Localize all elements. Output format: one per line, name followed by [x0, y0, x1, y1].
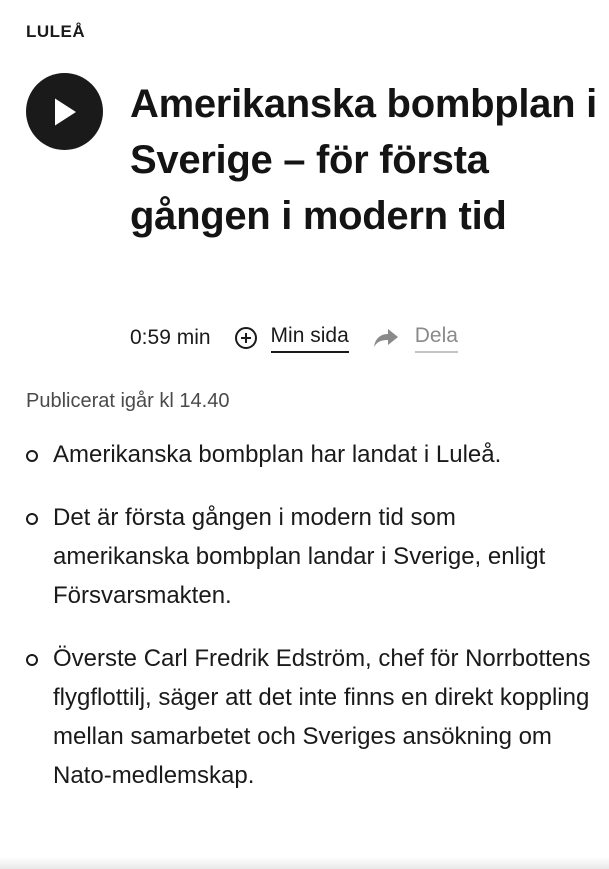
summary-bullet: Det är första gången i modern tid som am… [26, 498, 596, 615]
published-timestamp: Publicerat igår kl 14.40 [26, 390, 230, 412]
plus-circle-icon [234, 327, 257, 349]
audio-duration: 0:59 min [130, 326, 211, 349]
play-button[interactable] [26, 73, 103, 150]
add-to-my-page-label: Min sida [270, 324, 349, 353]
share-button[interactable]: Dela [373, 324, 458, 353]
bottom-edge-shadow [0, 857, 609, 869]
add-to-my-page-button[interactable]: Min sida [234, 324, 349, 353]
bullet-circle-icon [26, 450, 38, 462]
summary-bullet-text: Det är första gången i modern tid som am… [53, 504, 546, 609]
share-arrow-icon [373, 329, 398, 347]
summary-bullet-list: Amerikanska bombplan har landat i Luleå.… [26, 435, 596, 795]
article-page: LULEÅ Amerikanska bombplan i Sverige – f… [0, 0, 609, 869]
summary-bullet-text: Överste Carl Fredrik Edström, chef för N… [53, 645, 591, 789]
bullet-circle-icon [26, 513, 38, 525]
audio-meta-row: 0:59 min Min sida Dela [130, 320, 458, 356]
summary-bullet: Överste Carl Fredrik Edström, chef för N… [26, 639, 596, 795]
summary-bullet-text: Amerikanska bombplan har landat i Luleå. [53, 441, 502, 468]
category-label[interactable]: LULEÅ [26, 22, 85, 42]
summary-bullet: Amerikanska bombplan har landat i Luleå. [26, 435, 596, 474]
bullet-circle-icon [26, 654, 38, 666]
play-icon [54, 98, 76, 125]
article-headline: Amerikanska bombplan i Sverige – för för… [130, 82, 597, 238]
share-label: Dela [414, 324, 458, 353]
